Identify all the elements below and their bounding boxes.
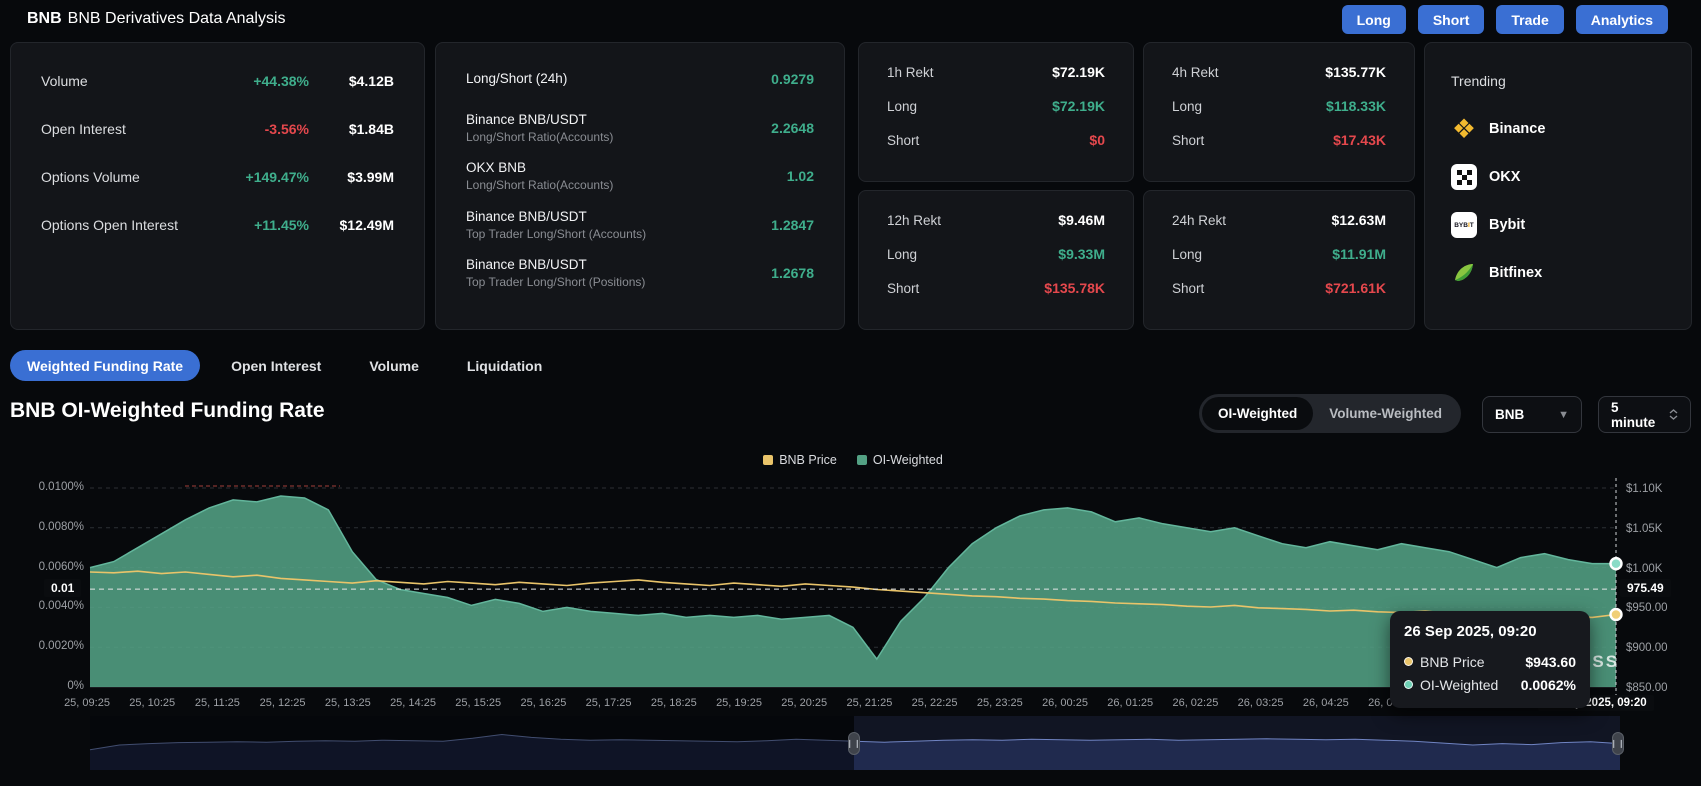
x-axis-tick: 25, 17:25 xyxy=(585,697,632,709)
x-axis-tick: 26, 01:25 xyxy=(1107,697,1154,709)
x-axis-tick: 25, 21:25 xyxy=(846,697,893,709)
x-axis-tick: 25, 12:25 xyxy=(259,697,306,709)
right-axis-tick: $950.00 xyxy=(1626,602,1668,615)
chart-tooltip: 26 Sep 2025, 09:20 BNB Price $943.60 OI-We… xyxy=(1390,611,1590,708)
navigator-right-handle[interactable]: ❙❙ xyxy=(1610,732,1625,755)
left-axis-tick: 0.0080% xyxy=(38,520,84,533)
x-axis-tick: 25, 15:25 xyxy=(455,697,502,709)
x-axis-tick: 26, 04:25 xyxy=(1302,697,1349,709)
x-axis-tick: 25, 22:25 xyxy=(911,697,958,709)
tooltip-series-label: BNB Price xyxy=(1420,653,1485,670)
tooltip-rows: BNB Price $943.60 OI-Weighted 0.0062% xyxy=(1404,650,1576,696)
tooltip-series-dot xyxy=(1404,680,1413,689)
x-axis-tick: 25, 20:25 xyxy=(781,697,828,709)
left-axis-tick: 0% xyxy=(67,680,84,692)
x-axis-tick: 25, 16:25 xyxy=(520,697,567,709)
tooltip-series-dot xyxy=(1404,657,1413,666)
tooltip-series-value: 0.0062% xyxy=(1520,676,1576,693)
left-axis-tick: 0.0060% xyxy=(38,560,84,573)
x-axis-tick: 25, 18:25 xyxy=(650,697,697,709)
right-axis-tick: $1.10K xyxy=(1626,483,1663,495)
x-axis-tick: 25, 10:25 xyxy=(129,697,176,709)
x-axis-tick: 25, 14:25 xyxy=(390,697,436,709)
derivatives-dashboard: BNB BNB Derivatives Data Analysis Long Sho… xyxy=(0,0,1701,786)
x-axis-tick: 26, 00:25 xyxy=(1042,697,1088,709)
right-axis-tick: $900.00 xyxy=(1626,642,1668,655)
tooltip-series-value: $943.60 xyxy=(1525,653,1576,670)
right-axis-tick: $850.00 xyxy=(1626,682,1668,694)
tooltip-row: BNB Price $943.60 xyxy=(1404,650,1576,673)
x-axis-tick: 25, 13:25 xyxy=(324,697,371,709)
x-axis-tick: 25, 23:25 xyxy=(976,697,1023,709)
funding-current-badge: 0.01 xyxy=(44,579,82,597)
x-axis-tick: 25, 09:25 xyxy=(64,697,110,709)
right-axis-tick: $1.00K xyxy=(1626,562,1663,575)
left-axis-tick: 0.0040% xyxy=(38,600,84,613)
tooltip-series-label: OI-Weighted xyxy=(1420,676,1499,693)
navigator-left-handle[interactable]: ❙❙ xyxy=(846,732,861,755)
left-axis-tick: 0.0020% xyxy=(38,640,84,653)
left-axis-tick: 0.0100% xyxy=(38,481,84,493)
price-current-badge: 975.49 xyxy=(1620,579,1671,597)
tooltip-timestamp: 26 Sep 2025, 09:20 xyxy=(1404,623,1537,640)
x-axis-tick: 25, 11:25 xyxy=(194,697,240,709)
right-axis-tick: $1.05K xyxy=(1626,522,1663,535)
tooltip-row: OI-Weighted 0.0062% xyxy=(1404,673,1576,696)
x-axis-tick: 26, 03:25 xyxy=(1237,697,1284,709)
x-axis-tick: 26, 02:25 xyxy=(1172,697,1219,709)
x-axis-tick: 25, 19:25 xyxy=(716,697,762,709)
